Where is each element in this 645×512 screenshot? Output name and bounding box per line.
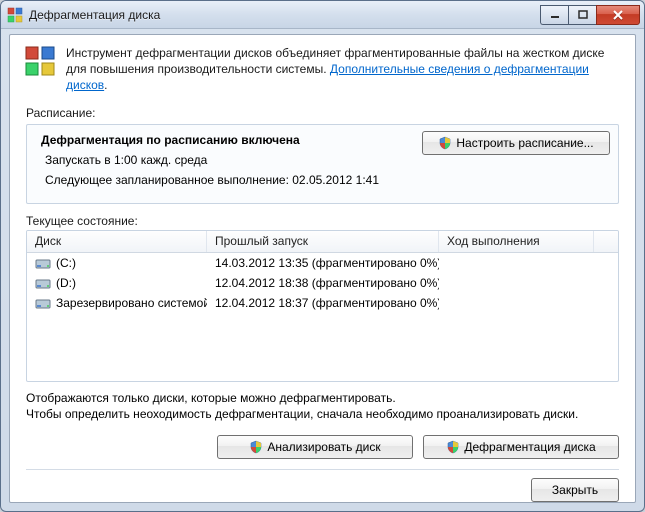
defrag-icon	[24, 45, 56, 77]
schedule-label: Расписание:	[10, 102, 635, 122]
hdd-icon	[35, 256, 51, 270]
info-text: Инструмент дефрагментации дисков объедин…	[66, 45, 621, 94]
action-row: Анализировать диск Дефрагментация диска	[10, 425, 635, 463]
shield-icon	[446, 440, 460, 454]
table-row[interactable]: (D:) 12.04.2012 18:38 (фрагментировано 0…	[27, 273, 618, 293]
window-controls	[540, 5, 640, 25]
disk-table: Диск Прошлый запуск Ход выполнения (C:) …	[26, 230, 619, 382]
disk-name: Зарезервировано системой	[56, 296, 207, 310]
window: Дефрагментация диска	[0, 0, 645, 512]
hdd-icon	[35, 296, 51, 310]
col-last-run[interactable]: Прошлый запуск	[207, 231, 439, 252]
hint-line1: Отображаются только диски, которые можно…	[26, 390, 619, 407]
col-disk[interactable]: Диск	[27, 231, 207, 252]
schedule-next-run: Следующее запланированное выполнение: 02…	[41, 173, 608, 187]
hint-text: Отображаются только диски, которые можно…	[10, 382, 635, 426]
defrag-label: Дефрагментация диска	[464, 440, 595, 454]
defrag-button[interactable]: Дефрагментация диска	[423, 435, 619, 459]
window-title: Дефрагментация диска	[29, 8, 540, 22]
disk-name: (C:)	[56, 256, 76, 270]
window-close-button[interactable]	[596, 5, 640, 25]
disk-last-run: 14.03.2012 13:35 (фрагментировано 0%)	[207, 256, 439, 270]
current-state-label: Текущее состояние:	[10, 210, 635, 230]
disk-name: (D:)	[56, 276, 76, 290]
configure-schedule-label: Настроить расписание...	[456, 136, 593, 150]
minimize-button[interactable]	[540, 5, 568, 25]
analyze-button[interactable]: Анализировать диск	[217, 435, 413, 459]
col-spacer	[594, 231, 618, 252]
configure-schedule-button[interactable]: Настроить расписание...	[422, 131, 610, 155]
shield-icon	[438, 136, 452, 150]
col-progress[interactable]: Ход выполнения	[439, 231, 594, 252]
content-area: Инструмент дефрагментации дисков объедин…	[9, 34, 636, 503]
footer-row: Закрыть	[26, 469, 619, 502]
info-row: Инструмент дефрагментации дисков объедин…	[10, 35, 635, 102]
hdd-icon	[35, 276, 51, 290]
maximize-button[interactable]	[568, 5, 596, 25]
table-header: Диск Прошлый запуск Ход выполнения	[27, 231, 618, 253]
schedule-box: Дефрагментация по расписанию включена За…	[26, 124, 619, 204]
defrag-app-icon	[7, 7, 23, 23]
titlebar[interactable]: Дефрагментация диска	[1, 1, 644, 29]
close-button[interactable]: Закрыть	[531, 478, 619, 502]
table-row[interactable]: (C:) 14.03.2012 13:35 (фрагментировано 0…	[27, 253, 618, 273]
disk-last-run: 12.04.2012 18:38 (фрагментировано 0%)	[207, 276, 439, 290]
close-label: Закрыть	[552, 483, 598, 497]
hint-line2: Чтобы определить неоходимость дефрагмент…	[26, 406, 619, 423]
analyze-label: Анализировать диск	[267, 440, 380, 454]
shield-icon	[249, 440, 263, 454]
disk-last-run: 12.04.2012 18:37 (фрагментировано 0%)	[207, 296, 439, 310]
table-row[interactable]: Зарезервировано системой 12.04.2012 18:3…	[27, 293, 618, 313]
schedule-run-at: Запускать в 1:00 кажд. среда	[41, 153, 608, 167]
